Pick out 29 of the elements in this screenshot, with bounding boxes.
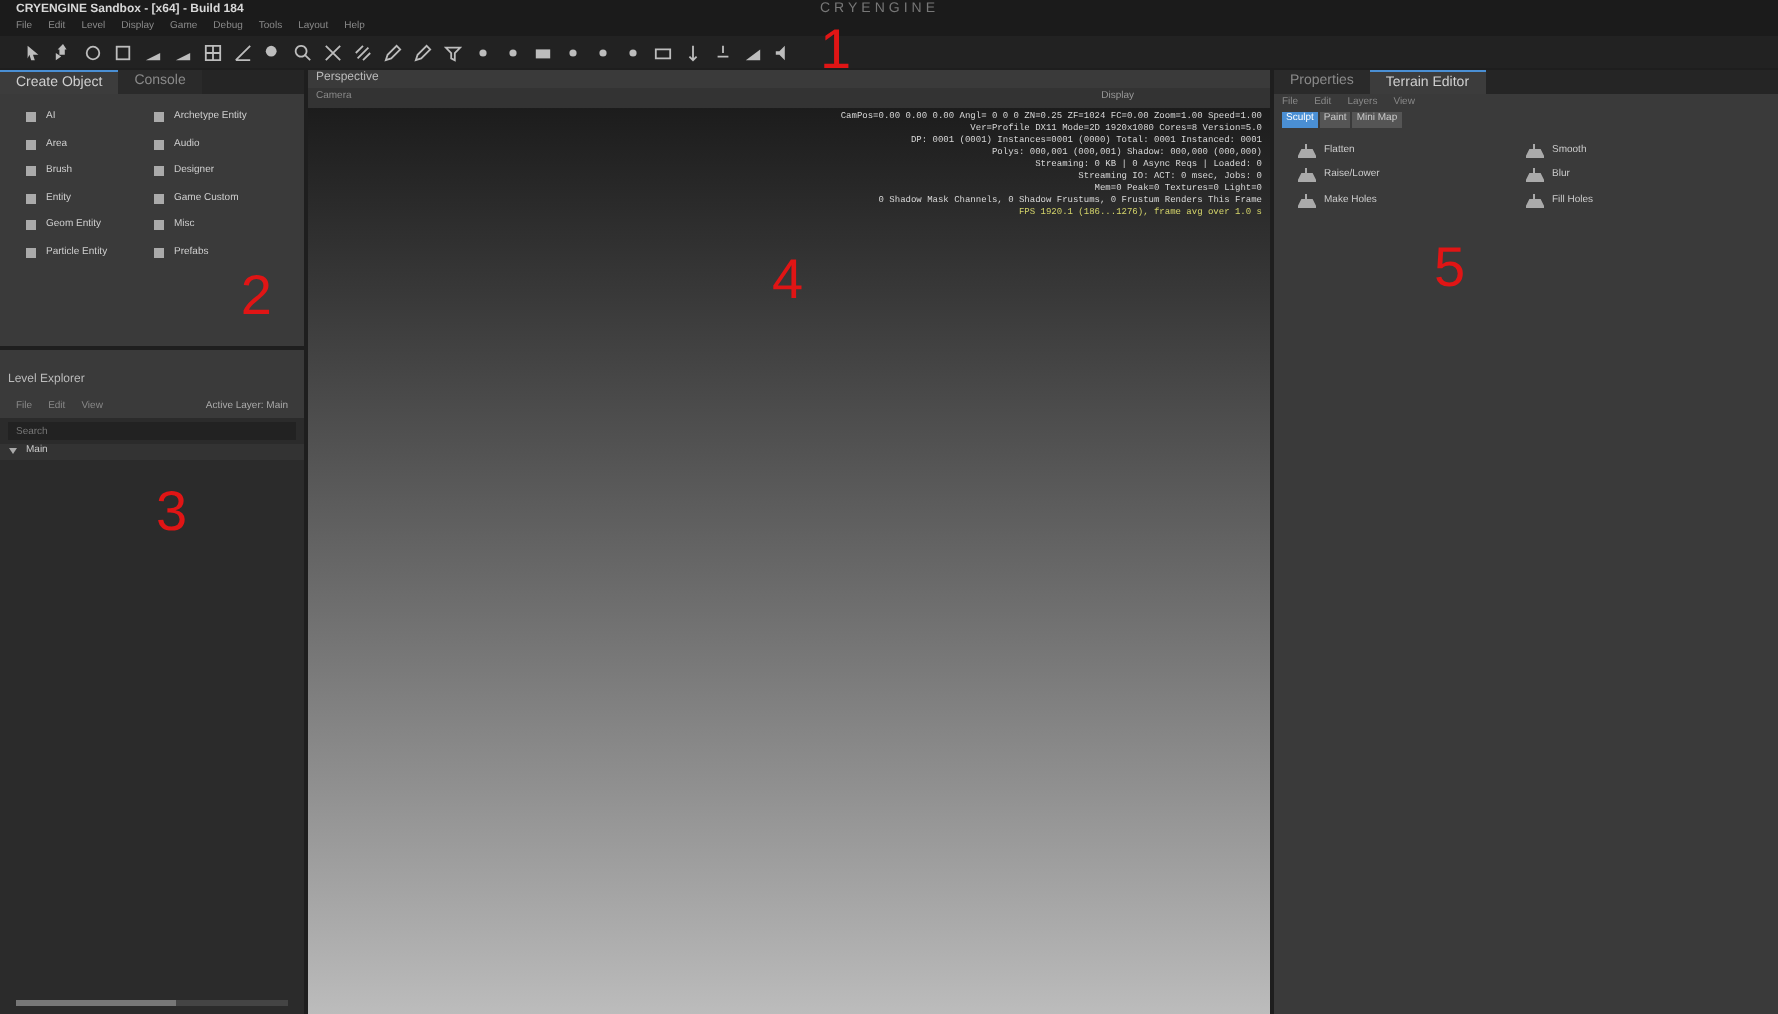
- zoom-icon[interactable]: [264, 43, 282, 61]
- rotate-icon[interactable]: [84, 43, 102, 61]
- search-icon[interactable]: [294, 43, 312, 61]
- grid-icon[interactable]: [204, 43, 222, 61]
- angle-icon[interactable]: [234, 43, 252, 61]
- cursor-icon[interactable]: [24, 43, 42, 61]
- filter-icon[interactable]: [444, 43, 462, 61]
- cross-icon[interactable]: [324, 43, 342, 61]
- terrain-tool-icon: [1526, 193, 1544, 208]
- annotation-number: 4: [772, 248, 804, 310]
- dot-icon[interactable]: [504, 43, 522, 61]
- terrain-tool-icon: [1298, 168, 1316, 183]
- frame-icon[interactable]: [654, 43, 672, 61]
- dot-icon[interactable]: [594, 43, 612, 61]
- expand-arrow-icon[interactable]: [8, 446, 18, 457]
- terrain-tool-icon: [1526, 168, 1544, 183]
- arrow-icon[interactable]: [684, 43, 702, 61]
- dot-icon[interactable]: [474, 43, 492, 61]
- terrain-tool-icon: [1526, 143, 1544, 158]
- terrain-tool-icon: [1298, 143, 1316, 158]
- move-icon[interactable]: [54, 43, 72, 61]
- terrain-tool-icon: [1298, 193, 1316, 208]
- annotation-number: 2: [240, 268, 272, 324]
- annotation-number: 3: [156, 479, 188, 541]
- scale-icon[interactable]: [114, 43, 132, 61]
- annotation-number: 1: [820, 17, 852, 79]
- dot-icon[interactable]: [624, 43, 642, 61]
- dot-icon[interactable]: [564, 43, 582, 61]
- annotation-number: 5: [1434, 236, 1466, 298]
